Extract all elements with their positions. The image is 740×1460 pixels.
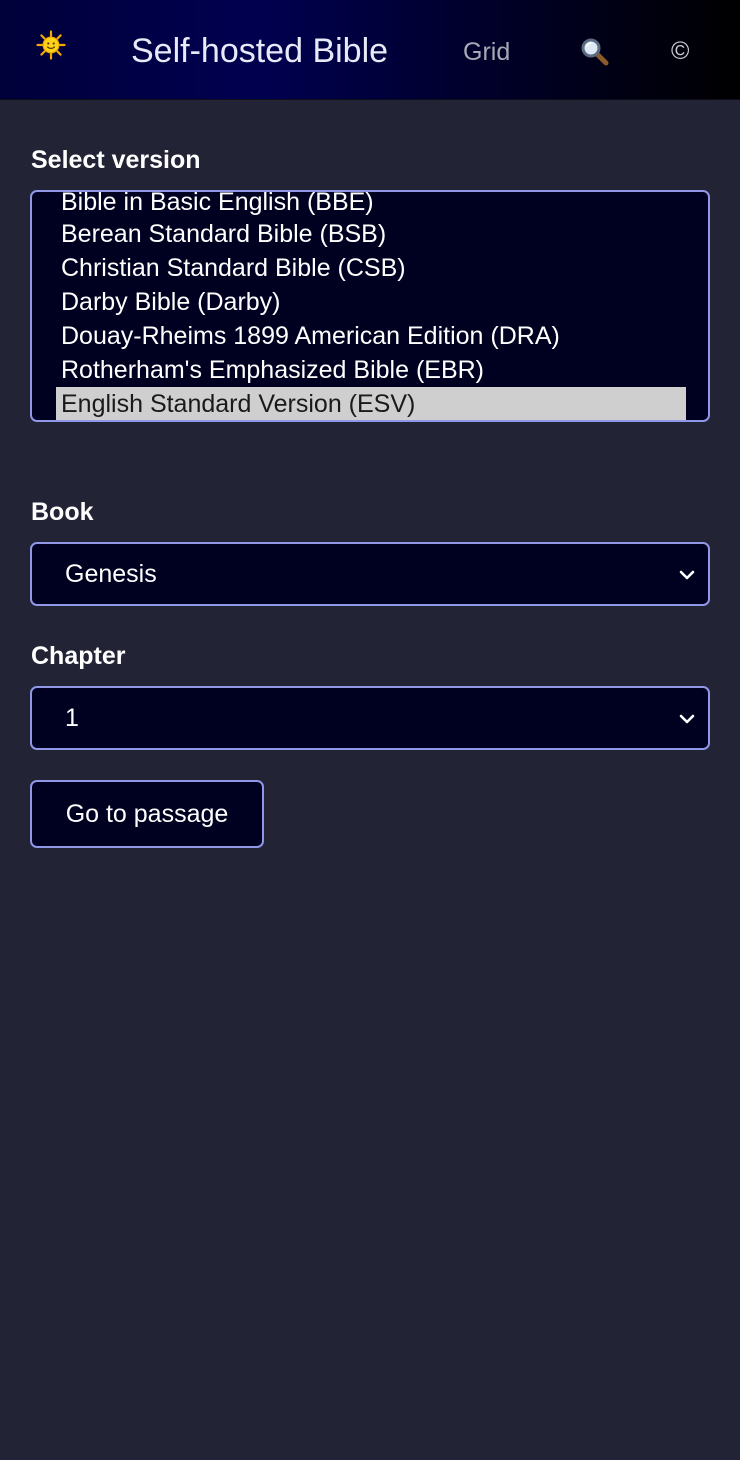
version-option-selected[interactable]: English Standard Version (ESV) (56, 387, 686, 420)
chapter-label: Chapter (31, 642, 126, 670)
book-label: Book (31, 498, 94, 526)
sun-icon[interactable] (36, 30, 66, 60)
chevron-down-icon (679, 570, 695, 580)
version-listbox[interactable]: Bible in Basic English (BBE) Berean Stan… (30, 190, 710, 422)
version-option[interactable]: Berean Standard Bible (BSB) (56, 217, 686, 251)
search-icon[interactable] (580, 37, 610, 67)
site-title[interactable]: Self-hosted Bible (131, 31, 388, 71)
version-option[interactable]: Douay-Rheims 1899 American Edition (DRA) (56, 319, 686, 353)
version-option[interactable]: Bible in Basic English (BBE) (56, 192, 686, 219)
chapter-select[interactable]: 1 (30, 686, 710, 750)
book-select[interactable]: Genesis (30, 542, 710, 606)
chevron-down-icon (679, 714, 695, 724)
chapter-select-value: 1 (65, 704, 79, 732)
version-option[interactable]: Darby Bible (Darby) (56, 285, 686, 319)
version-option[interactable]: Christian Standard Bible (CSB) (56, 251, 686, 285)
copyright-icon[interactable]: © (671, 36, 689, 66)
top-navigation-bar: Self-hosted Bible Grid © (0, 0, 740, 100)
version-label: Select version (31, 146, 201, 174)
go-to-passage-button[interactable]: Go to passage (30, 780, 264, 848)
grid-link[interactable]: Grid (463, 37, 510, 67)
book-select-value: Genesis (65, 560, 157, 588)
version-option[interactable]: Rotherham's Emphasized Bible (EBR) (56, 353, 686, 387)
